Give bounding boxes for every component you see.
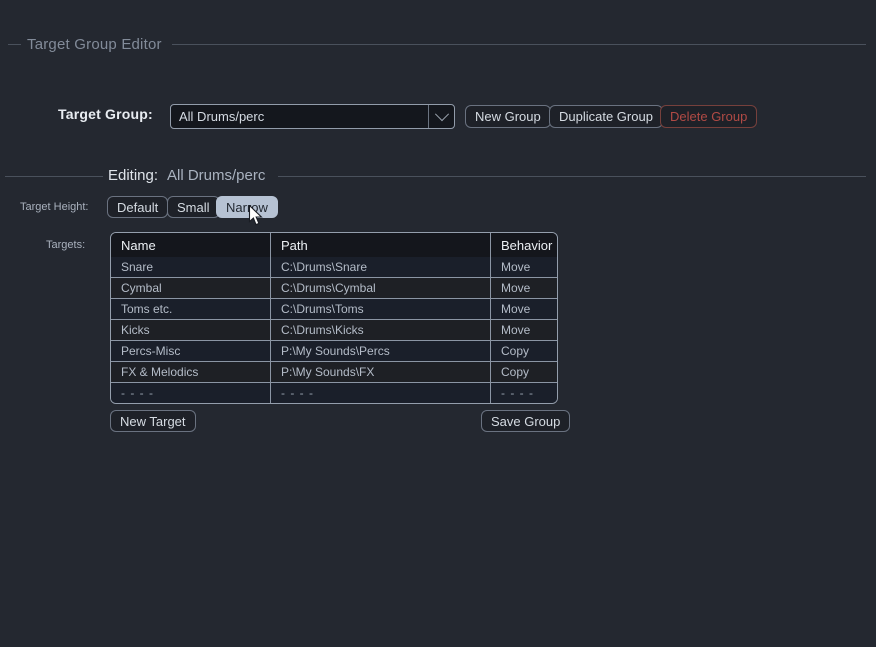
- target-group-selected-value: All Drums/perc: [171, 109, 428, 124]
- new-group-button[interactable]: New Group: [465, 105, 551, 128]
- target-group-dropdown[interactable]: All Drums/perc: [170, 104, 455, 129]
- table-row[interactable]: Percs-Misc P:\My Sounds\Percs Copy: [111, 340, 557, 361]
- target-height-small-button[interactable]: Small: [167, 196, 220, 218]
- delete-group-button[interactable]: Delete Group: [660, 105, 757, 128]
- cell-behavior[interactable]: Copy: [491, 362, 557, 382]
- cell-name[interactable]: Toms etc.: [111, 299, 271, 319]
- targets-table: Name Path Behavior Snare C:\Drums\Snare …: [110, 232, 558, 404]
- cell-behavior[interactable]: Move: [491, 320, 557, 340]
- editing-rule-right: [278, 176, 866, 177]
- cell-behavior[interactable]: Move: [491, 299, 557, 319]
- targets-label: Targets:: [46, 239, 85, 251]
- cell-name[interactable]: - - - -: [111, 383, 271, 403]
- title-rule: [172, 44, 866, 45]
- target-group-label: Target Group:: [58, 106, 153, 122]
- cell-name[interactable]: Kicks: [111, 320, 271, 340]
- cell-name[interactable]: Snare: [111, 257, 271, 277]
- cell-behavior[interactable]: Move: [491, 278, 557, 298]
- cell-path[interactable]: C:\Drums\Cymbal: [271, 278, 491, 298]
- cell-path[interactable]: P:\My Sounds\FX: [271, 362, 491, 382]
- cell-path[interactable]: C:\Drums\Kicks: [271, 320, 491, 340]
- table-row[interactable]: Cymbal C:\Drums\Cymbal Move: [111, 277, 557, 298]
- page-title: Target Group Editor: [27, 36, 162, 53]
- dropdown-chevron-box[interactable]: [428, 105, 454, 128]
- column-header-path[interactable]: Path: [271, 233, 491, 257]
- cell-behavior[interactable]: Move: [491, 257, 557, 277]
- table-header-row: Name Path Behavior: [111, 233, 557, 257]
- column-header-behavior[interactable]: Behavior: [491, 233, 557, 257]
- title-dash: [8, 44, 21, 45]
- cell-path[interactable]: - - - -: [271, 383, 491, 403]
- new-target-button[interactable]: New Target: [110, 410, 196, 432]
- table-row[interactable]: Toms etc. C:\Drums\Toms Move: [111, 298, 557, 319]
- table-row[interactable]: Snare C:\Drums\Snare Move: [111, 257, 557, 277]
- cell-behavior[interactable]: Copy: [491, 341, 557, 361]
- cell-name[interactable]: Cymbal: [111, 278, 271, 298]
- cell-path[interactable]: P:\My Sounds\Percs: [271, 341, 491, 361]
- editing-label: Editing:: [108, 167, 158, 184]
- target-height-default-button[interactable]: Default: [107, 196, 168, 218]
- editing-value: All Drums/perc: [167, 167, 265, 184]
- table-row-empty[interactable]: - - - - - - - - - - - -: [111, 382, 557, 403]
- chevron-down-icon: [434, 107, 448, 121]
- cell-path[interactable]: C:\Drums\Toms: [271, 299, 491, 319]
- editing-dash-left: [5, 176, 103, 177]
- column-header-name[interactable]: Name: [111, 233, 271, 257]
- cell-behavior[interactable]: - - - -: [491, 383, 557, 403]
- cell-path[interactable]: C:\Drums\Snare: [271, 257, 491, 277]
- duplicate-group-button[interactable]: Duplicate Group: [549, 105, 663, 128]
- target-height-narrow-button[interactable]: Narrow: [216, 196, 278, 218]
- table-row[interactable]: Kicks C:\Drums\Kicks Move: [111, 319, 557, 340]
- table-row[interactable]: FX & Melodics P:\My Sounds\FX Copy: [111, 361, 557, 382]
- cell-name[interactable]: FX & Melodics: [111, 362, 271, 382]
- cell-name[interactable]: Percs-Misc: [111, 341, 271, 361]
- save-group-button[interactable]: Save Group: [481, 410, 570, 432]
- target-height-label: Target Height:: [20, 201, 88, 213]
